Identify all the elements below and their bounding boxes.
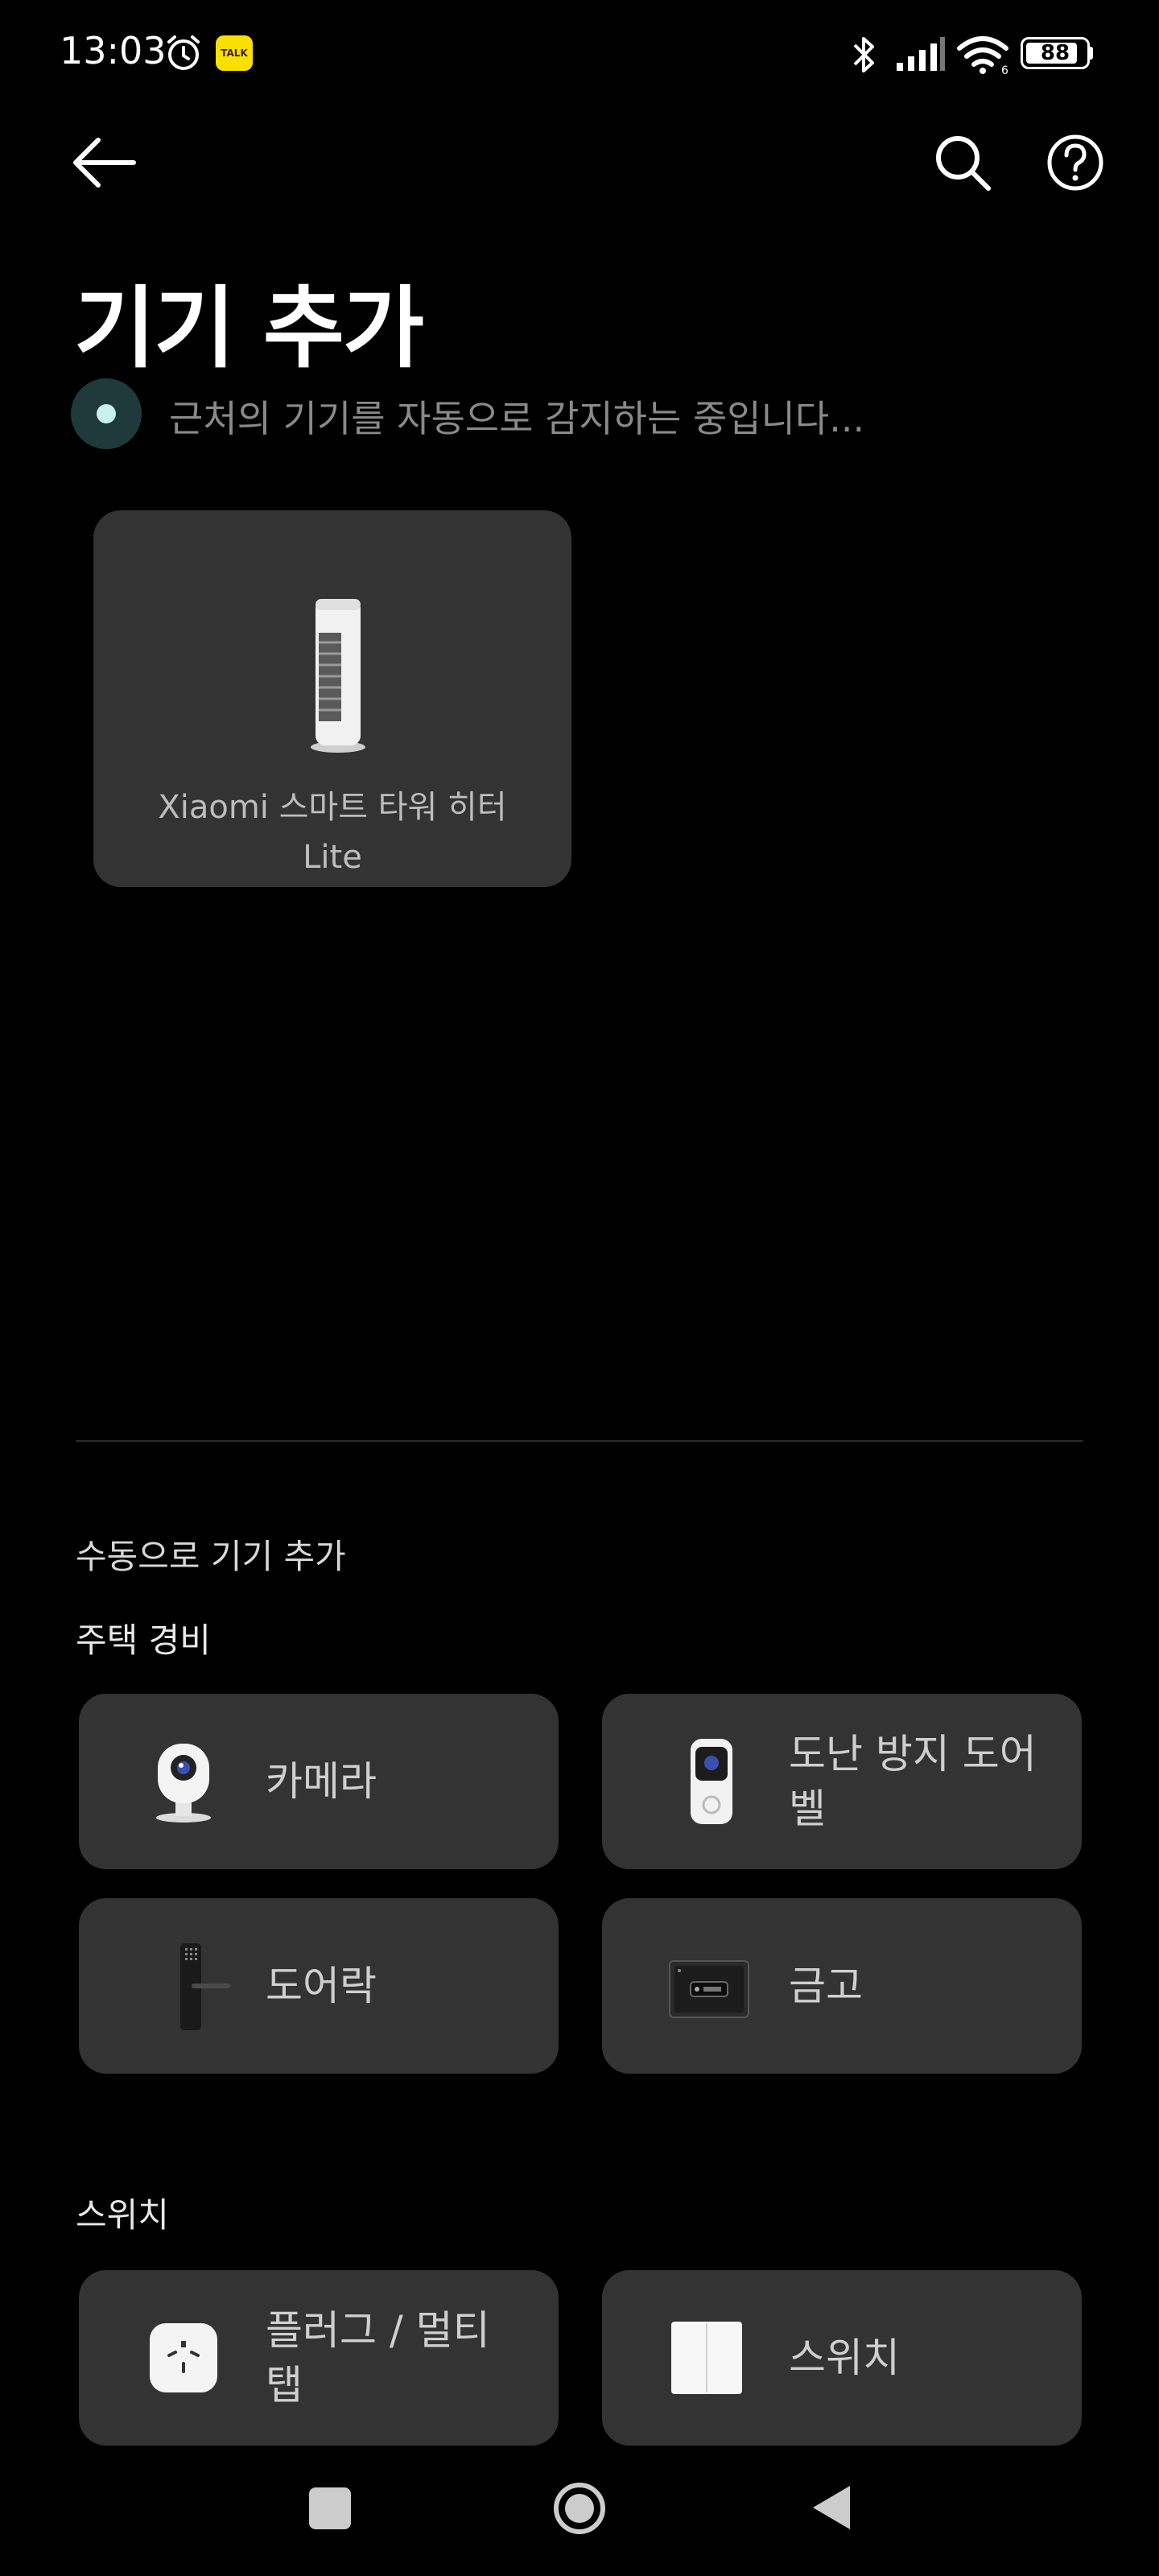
door-lock-icon	[180, 1943, 230, 2030]
category-camera[interactable]: 카메라	[79, 1694, 559, 1869]
status-time: 13:03	[60, 29, 167, 72]
safe-icon	[669, 1960, 749, 2018]
recents-square-icon[interactable]	[309, 2487, 351, 2529]
kakaotalk-icon: TALK	[216, 35, 253, 71]
divider	[76, 1440, 1083, 1442]
scan-status-text: 근처의 기기를 자동으로 감지하는 중입니다...	[169, 397, 865, 440]
category-label: 도난 방지 도어벨	[789, 1731, 1037, 1832]
doorbell-icon	[691, 1739, 732, 1824]
home-circle-icon[interactable]	[552, 2481, 607, 2536]
battery-nub	[1088, 47, 1093, 60]
camera-icon	[156, 1744, 211, 1823]
search-icon[interactable]	[930, 130, 995, 195]
wall-switch-icon	[671, 2322, 742, 2394]
nearby-device-card[interactable]: Xiaomi 스마트 타워 히터 Lite	[93, 510, 571, 887]
wifi-icon: 6	[957, 36, 1008, 76]
back-triangle-icon[interactable]	[808, 2483, 853, 2533]
kakaotalk-badge-text: TALK	[221, 47, 248, 59]
category-safe[interactable]: 금고	[602, 1898, 1082, 2074]
category-label: 금고	[789, 1963, 863, 2009]
battery-icon: 88	[1021, 37, 1090, 69]
category-plug-multitap[interactable]: 플러그 / 멀티탭	[79, 2270, 559, 2446]
page-title: 기기 추가	[74, 277, 424, 380]
category-wall-switch[interactable]: 스위치	[602, 2270, 1082, 2446]
category-label: 카메라	[266, 1758, 377, 1805]
help-icon[interactable]	[1043, 130, 1107, 195]
section-title-switch: 스위치	[76, 2195, 169, 2235]
category-label: 도어락	[266, 1963, 377, 2009]
nearby-device-label: Xiaomi 스마트 타워 히터 Lite	[158, 789, 507, 876]
wifi-generation-label: 6	[1001, 64, 1008, 76]
manual-add-title: 수동으로 기기 추가	[76, 1537, 346, 1576]
section-title-home-security: 주택 경비	[76, 1620, 211, 1660]
signal-icon	[897, 37, 945, 71]
back-arrow-icon[interactable]	[69, 132, 138, 193]
category-door-lock[interactable]: 도어락	[79, 1898, 559, 2074]
alarm-icon	[167, 35, 200, 70]
category-label: 스위치	[789, 2334, 900, 2381]
power-plug-icon	[150, 2323, 217, 2392]
bluetooth-icon	[853, 37, 874, 72]
category-label: 플러그 / 멀티탭	[266, 2307, 490, 2409]
battery-level: 88	[1040, 41, 1070, 65]
tower-heater-icon	[311, 599, 365, 753]
scanning-indicator-icon	[71, 378, 142, 449]
category-doorbell[interactable]: 도난 방지 도어벨	[602, 1694, 1082, 1869]
